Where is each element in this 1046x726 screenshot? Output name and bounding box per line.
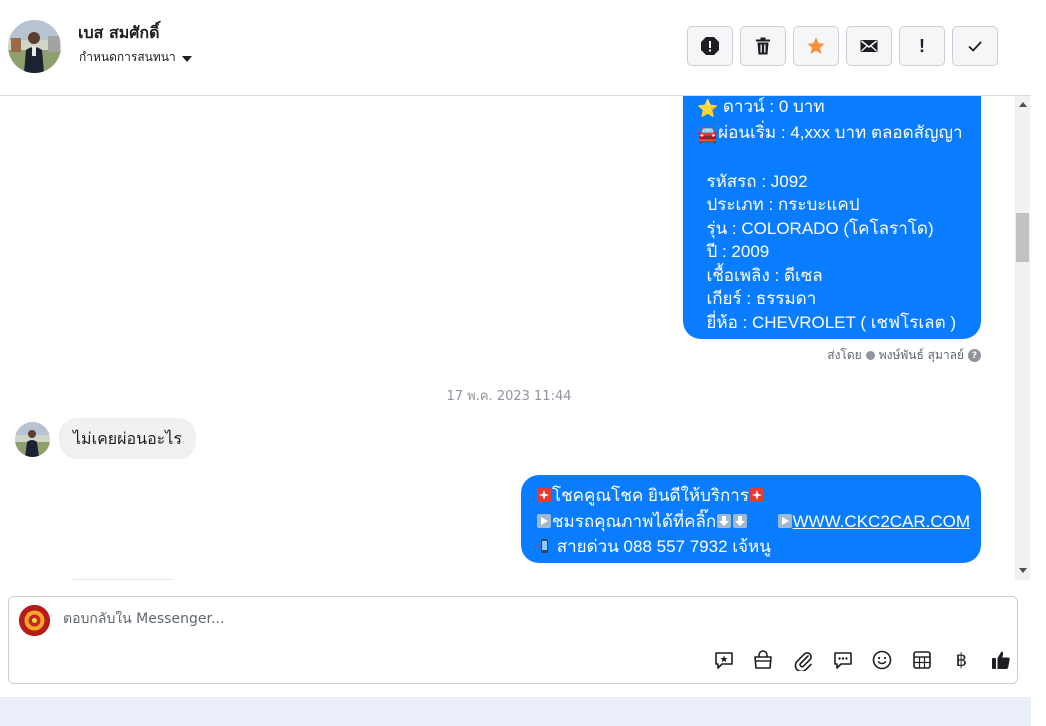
emoji-button[interactable] — [862, 647, 902, 673]
spam-button[interactable] — [687, 26, 733, 66]
paperclip-icon — [794, 652, 812, 671]
promo-line-2: ชมรถคุณภาพได้ที่คลิ๊ก — [552, 511, 717, 531]
stop-exclamation-icon — [701, 37, 719, 55]
assign-label: กำหนดการสนทนา — [79, 50, 176, 64]
verified-icon — [865, 351, 875, 360]
scroll-up-arrow-icon[interactable] — [1019, 102, 1027, 107]
down-arrow-emoji-icon — [716, 512, 732, 536]
table-icon — [912, 651, 931, 669]
outgoing-message-car-details: ⭐ ดาวน์ : 0 บาท 🚘ผ่อนเริ่ม : 4,xxx บาท ต… — [683, 96, 981, 339]
promo-line-3: สายด่วน 088 557 7932 เจ้หนู — [552, 537, 771, 556]
contact-avatar-small — [15, 422, 50, 457]
contact-avatar[interactable] — [8, 20, 61, 73]
baht-icon: ฿ — [955, 649, 968, 670]
website-link[interactable]: WWW.CKC2CAR.COM — [793, 512, 971, 531]
mobile-phone-emoji-icon — [536, 537, 552, 561]
play-button-emoji-icon — [536, 512, 552, 536]
partial-message-divider — [73, 579, 173, 580]
appointment-button[interactable] — [902, 647, 942, 673]
conversation-panel: เบส สมศักดิ์ กำหนดการสนทนา ! ⭐ ดาวน์: 0… — [0, 0, 1031, 697]
shop-bag-icon — [754, 650, 773, 669]
line-brand: ยี่ห้อ : CHEVROLET ( เชฟโรเลต ) — [706, 312, 957, 332]
line-installment: 🚘ผ่อนเริ่ม : 4,xxx บาท ตลอดสัญญา — [697, 123, 963, 144]
follow-up-button[interactable]: ! — [899, 26, 945, 66]
star-button[interactable] — [793, 26, 839, 66]
contact-name: เบส สมศักดิ์ — [78, 23, 160, 42]
reply-composer: ฿ — [8, 596, 1018, 684]
scroll-thumb[interactable] — [1016, 213, 1029, 262]
exclamation-icon: ! — [919, 35, 925, 56]
sent-by-prefix: ส่งโดย — [827, 348, 862, 362]
composer-toolbar: ฿ — [704, 647, 1021, 673]
delete-button[interactable] — [740, 26, 786, 66]
payment-button[interactable]: ฿ — [942, 647, 982, 673]
incoming-message: ไม่เคยผ่อนอะไร — [59, 418, 196, 459]
sparkle-emoji-icon — [749, 486, 765, 510]
like-button[interactable] — [981, 647, 1021, 673]
trash-icon — [756, 37, 770, 55]
caret-down-icon — [181, 55, 192, 62]
car-emoji-icon: 🚘 — [697, 124, 719, 144]
star-emoji-icon: ⭐ — [697, 99, 719, 118]
line-model: รุ่น : COLORADO (โคโลราโด) — [706, 218, 934, 238]
message-scrollbar[interactable] — [1015, 96, 1030, 580]
emoji-icon — [872, 650, 892, 670]
attach-button[interactable] — [783, 647, 823, 673]
assign-conversation-dropdown[interactable]: กำหนดการสนทนา — [79, 48, 192, 67]
message-timestamp: 17 พ.ค. 2023 11:44 — [446, 389, 572, 404]
line-year: ปี : 2009 — [706, 242, 770, 261]
conversation-header: เบส สมศักดิ์ กำหนดการสนทนา ! — [0, 0, 1031, 96]
line-gear: เกียร์ : ธรรมดา — [706, 289, 817, 308]
window-bottom-strip — [0, 697, 1031, 726]
envelope-icon — [860, 40, 878, 52]
done-button[interactable] — [952, 26, 998, 66]
line-code: รหัสรถ : J092 — [706, 171, 808, 191]
window-right-edge — [1031, 0, 1046, 726]
page-avatar — [19, 605, 50, 636]
saved-reply-icon — [714, 652, 733, 669]
help-icon[interactable]: ? — [968, 349, 981, 362]
shop-button[interactable] — [744, 647, 784, 673]
line-down: ⭐ ดาวน์ : 0 บาท — [697, 97, 825, 118]
sparkle-emoji-icon — [536, 486, 552, 510]
line-type: ประเภท : กระบะแคป — [706, 195, 860, 214]
scroll-down-arrow-icon[interactable] — [1019, 568, 1027, 573]
quick-reply-button[interactable] — [823, 647, 863, 673]
saved-reply-button[interactable] — [704, 647, 744, 673]
sent-by-name: พงษ์พันธ์ สุมาลย์ — [878, 348, 964, 362]
message-list[interactable]: ⭐ ดาวน์ : 0 บาท 🚘ผ่อนเริ่ม : 4,xxx บาท ต… — [0, 96, 1015, 580]
thumbs-up-icon — [991, 651, 1010, 669]
play-button-emoji-icon — [777, 512, 793, 536]
promo-line-1: โชคคูณโชค ยินดีให้บริการ — [552, 486, 749, 505]
chat-bubble-icon — [833, 652, 852, 669]
outgoing-message-promo: โชคคูณโชค ยินดีให้บริการ ชมรถคุณภาพได้ที… — [521, 475, 981, 563]
line-fuel: เชื้อเพลิง : ดีเซล — [706, 265, 823, 285]
mark-unread-button[interactable] — [846, 26, 892, 66]
sent-by-info: ส่งโดย พงษ์พันธ์ สุมาลย์ ? — [827, 346, 981, 365]
check-icon — [968, 41, 982, 52]
down-arrow-emoji-icon — [732, 512, 748, 536]
reply-input[interactable] — [63, 611, 663, 627]
star-icon — [807, 37, 825, 54]
header-actions: ! — [687, 26, 998, 66]
